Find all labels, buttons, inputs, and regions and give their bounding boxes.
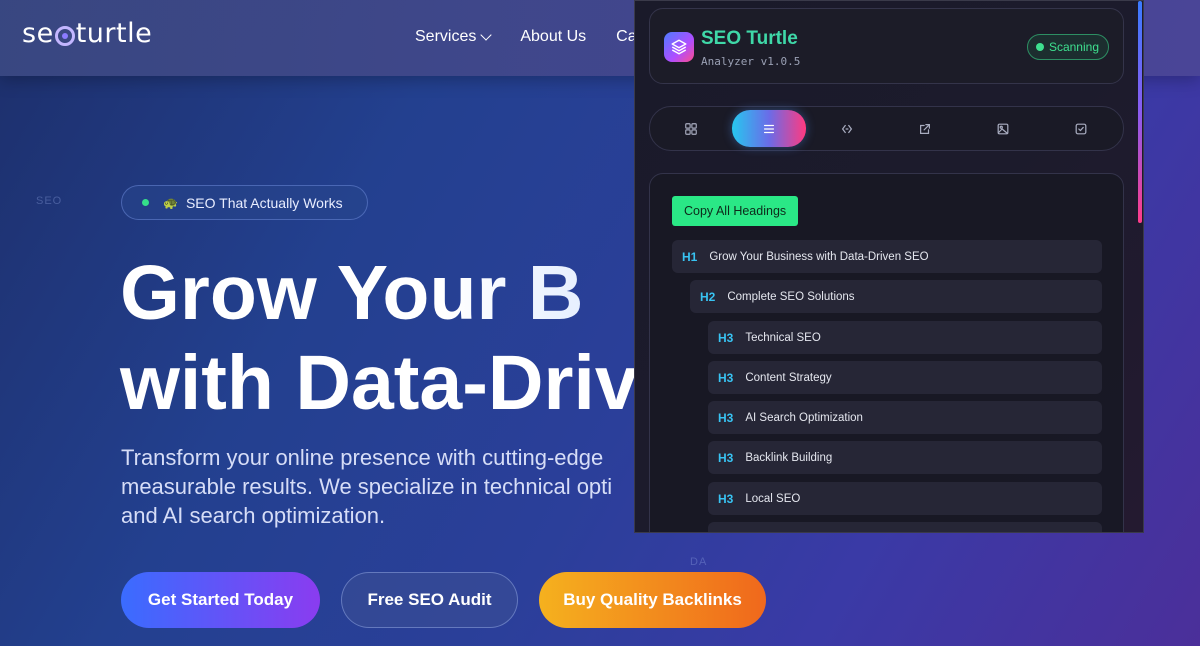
nav-item-label: About Us (520, 28, 587, 45)
hero-description-line: and AI search optimization. (121, 503, 386, 528)
heading-level: H3 (718, 410, 734, 425)
list-icon (763, 124, 775, 133)
checkbox-icon (1075, 123, 1087, 134)
heading-level: H1 (682, 249, 698, 264)
heading-level: H2 (700, 289, 716, 304)
tab-headings[interactable] (732, 110, 806, 147)
image-icon (997, 123, 1009, 134)
buy-backlinks-button[interactable]: Buy Quality Backlinks (539, 572, 766, 628)
extension-version: Analyzer v1.0.5 (701, 55, 801, 68)
tab-images[interactable] (966, 110, 1040, 147)
heading-row-h2[interactable]: H2 Complete SEO Solutions (690, 280, 1102, 313)
layers-icon (664, 32, 694, 62)
tab-external[interactable] (888, 110, 962, 147)
logo-text-start: se (22, 18, 54, 49)
heading-level: H3 (718, 370, 734, 385)
logo-text-end: turtle (75, 18, 153, 49)
heading-level: H3 (718, 450, 734, 465)
heading-text: Content Strategy (745, 371, 832, 384)
hero-title: Grow Your B with Data-Driver (120, 248, 710, 428)
grid-icon (685, 122, 697, 135)
hero-description: Transform your online presence with cutt… (121, 443, 681, 530)
heading-level: H3 (718, 330, 734, 345)
nav-item-about-us[interactable]: About Us (520, 28, 586, 46)
logo-turtle-icon (54, 25, 75, 46)
hero-title-line-1: Grow Your B (120, 248, 710, 338)
link-icon (841, 124, 853, 133)
hero-badge: 🐢 SEO That Actually Works (121, 185, 368, 220)
hero-badge-text: SEO That Actually Works (185, 194, 343, 211)
hero-description-line: measurable results. We specialize in tec… (121, 474, 613, 499)
heading-text: AI Search Optimization (745, 411, 863, 424)
external-link-icon (920, 123, 930, 134)
tab-overview[interactable] (654, 110, 728, 147)
heading-text: Backlink Building (745, 451, 833, 464)
heading-text: Grow Your Business with Data-Driven SEO (709, 250, 929, 263)
status-badge: Scanning (1026, 34, 1109, 60)
status-dot-icon (1035, 43, 1044, 51)
heading-row-partial[interactable] (708, 522, 1102, 532)
heading-row-h3[interactable]: H3 Backlink Building (708, 441, 1102, 474)
status-dot-icon (142, 199, 149, 206)
panel-scrollbar[interactable] (1138, 1, 1142, 223)
get-started-button[interactable]: Get Started Today (121, 572, 320, 628)
tab-links[interactable] (810, 110, 884, 147)
nav-item-label: Services (415, 28, 477, 45)
heading-text: Local SEO (745, 492, 801, 505)
hero-description-line: Transform your online presence with cutt… (121, 445, 604, 470)
heading-row-h3[interactable]: H3 Content Strategy (708, 361, 1102, 394)
main-nav: Services About Us Ca (415, 28, 637, 46)
status-text: Scanning (1048, 40, 1099, 54)
tab-checks[interactable] (1044, 110, 1118, 147)
heading-text: Technical SEO (745, 331, 821, 344)
heading-level: H3 (718, 491, 734, 506)
extension-header: SEO Turtle Analyzer v1.0.5 Scanning (649, 8, 1124, 84)
headings-panel: Copy All Headings H1 Grow Your Business … (649, 173, 1124, 532)
turtle-icon: 🐢 (163, 195, 178, 210)
free-seo-audit-button[interactable]: Free SEO Audit (341, 572, 518, 628)
nav-item-services[interactable]: Services (415, 28, 493, 46)
extension-tabs (649, 106, 1124, 151)
extension-title: SEO Turtle (701, 28, 798, 49)
heading-row-h3[interactable]: H3 Local SEO (708, 482, 1102, 515)
heading-row-h3[interactable]: H3 Technical SEO (708, 321, 1102, 354)
background-label-seo: SEO (36, 195, 63, 207)
copy-all-headings-button[interactable]: Copy All Headings (672, 196, 799, 226)
hero-title-line-2: with Data-Driver (120, 340, 711, 426)
background-label-da: DA (690, 556, 708, 568)
heading-row-h1[interactable]: H1 Grow Your Business with Data-Driven S… (672, 240, 1102, 273)
heading-row-h3[interactable]: H3 AI Search Optimization (708, 401, 1102, 434)
site-logo[interactable]: se turtle (22, 18, 152, 49)
heading-text: Complete SEO Solutions (727, 290, 855, 303)
chevron-down-icon (480, 29, 493, 41)
seo-turtle-extension-panel: SEO Turtle Analyzer v1.0.5 Scanning Copy… (634, 0, 1144, 533)
